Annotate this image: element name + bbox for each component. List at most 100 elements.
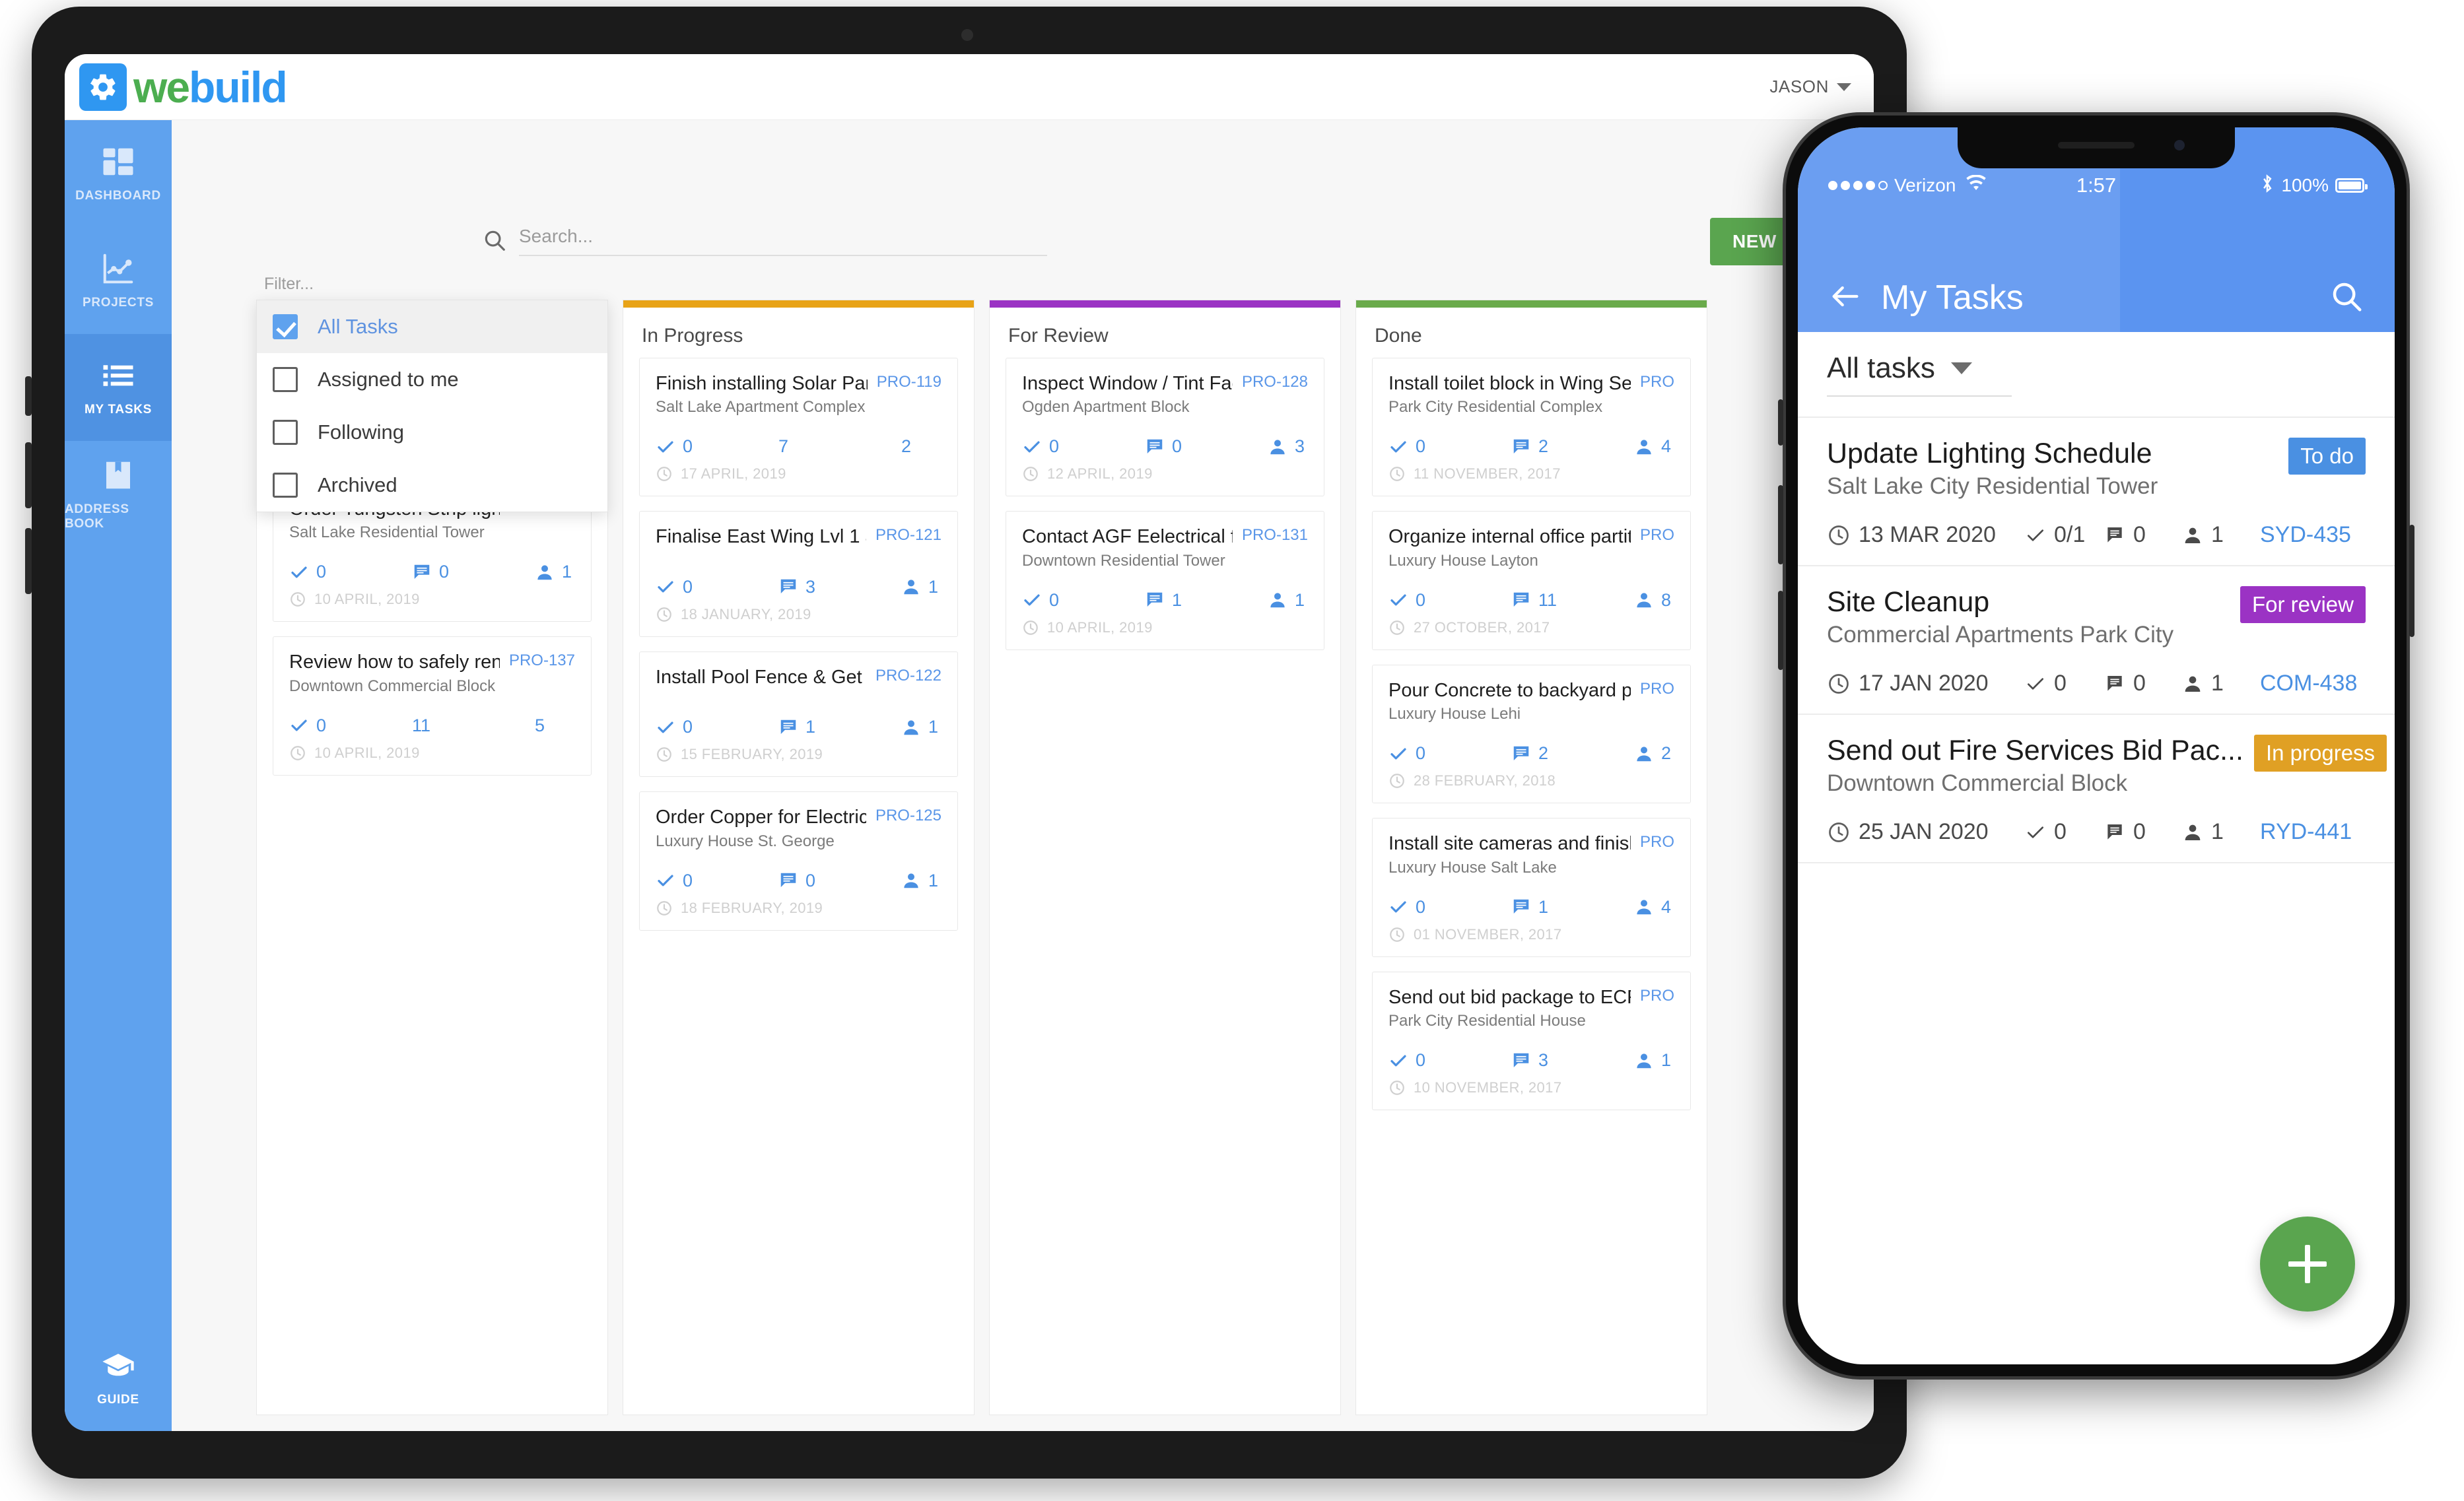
checklist-count: 0	[683, 870, 693, 890]
sidebar-item-label: DASHBOARD	[75, 189, 161, 203]
webuild-logo[interactable]: webuild	[79, 63, 288, 111]
task-card[interactable]: Finalise East Wing Lvl 1 and Finish.. PR…	[639, 511, 958, 637]
phone-task-id[interactable]: COM-438	[2260, 671, 2357, 696]
phone-task-id[interactable]: SYD-435	[2260, 522, 2351, 548]
task-card[interactable]: Organize internal office partition PRO L…	[1372, 511, 1691, 650]
arrow-left-icon[interactable]	[1828, 279, 1863, 317]
comment-stat: 0	[2104, 671, 2182, 696]
column-accent-bar	[1356, 300, 1707, 308]
task-card-title: Send out bid package to ECF Ele..	[1388, 986, 1631, 1008]
filter-option-assigned-to-me[interactable]: Assigned to me	[257, 353, 607, 406]
task-card-id[interactable]: PRO-122	[875, 667, 941, 685]
checklist-stat: 0	[1022, 436, 1145, 457]
phone-task-stats: 25 JAN 2020 0 0 1 RYD-441	[1827, 819, 2366, 845]
task-card-head: Install toilet block in Wing Section.. P…	[1388, 373, 1674, 394]
task-card-id[interactable]: PRO	[1640, 373, 1674, 391]
checklist-stat: 0	[656, 871, 778, 891]
checkbox-icon[interactable]	[273, 420, 298, 445]
filter-option-archived[interactable]: Archived	[257, 459, 607, 512]
task-card-id[interactable]: PRO	[1640, 833, 1674, 851]
task-card-id[interactable]: PRO-131	[1242, 526, 1308, 545]
graduation-cap-icon	[100, 1348, 136, 1384]
task-card[interactable]: Send out bid package to ECF Ele.. PRO Pa…	[1372, 971, 1691, 1111]
phone-task-project: Salt Lake City Residential Tower	[1827, 473, 2158, 499]
checkbox-icon[interactable]	[273, 367, 298, 392]
checklist-count: 0	[1416, 743, 1426, 764]
task-card-id[interactable]: PRO-121	[875, 526, 941, 545]
task-card-title: Install toilet block in Wing Section..	[1388, 373, 1631, 394]
comment-stat: 2	[1511, 743, 1634, 764]
checkbox-checked-icon[interactable]	[273, 314, 298, 339]
checklist-count: 0	[1416, 896, 1426, 917]
sidebar-item-projects[interactable]: PROJECTS	[65, 227, 172, 334]
task-card-title: Contact AGF Eelectrical for Quote..	[1022, 526, 1233, 548]
people-count: 4	[1661, 896, 1672, 917]
people-count: 1	[2211, 671, 2224, 696]
task-card-id[interactable]: PRO	[1640, 680, 1674, 698]
task-card-id[interactable]: PRO	[1640, 987, 1674, 1005]
task-card-date-text: 10 APRIL, 2019	[314, 744, 420, 761]
sidebar-item-my-tasks[interactable]: MY TASKS	[65, 334, 172, 441]
task-card-id[interactable]: PRO-128	[1242, 373, 1308, 391]
add-task-fab[interactable]	[2260, 1217, 2355, 1312]
due-date-text: 25 JAN 2020	[1859, 819, 1989, 844]
comment-count: 0	[2133, 522, 2146, 547]
filter-option-following[interactable]: Following	[257, 406, 607, 459]
filter-option-all-tasks[interactable]: All Tasks	[257, 300, 607, 353]
phone-device: Verizon 1:57 100% My Tasks All tasks Upd…	[1778, 112, 2414, 1380]
phone-filter-row[interactable]: All tasks	[1798, 332, 2395, 418]
due-date-text: 13 MAR 2020	[1859, 522, 1996, 547]
task-card[interactable]: Finish installing Solar Panels PRO-119 S…	[639, 358, 958, 497]
task-card-id[interactable]: PRO-137	[509, 651, 575, 670]
task-card[interactable]: Install site cameras and finish pow.. PR…	[1372, 818, 1691, 957]
task-card[interactable]: Install Pool Fence & Get approval of.. P…	[639, 651, 958, 778]
phone-task-id[interactable]: RYD-441	[2260, 819, 2352, 845]
sidebar-item-label: PROJECTS	[82, 296, 154, 310]
task-card-date: 10 APRIL, 2019	[1022, 619, 1308, 636]
board-area: Search... NEW Filter... Salt Lake Reside…	[172, 120, 1874, 1431]
task-card-project: Downtown Residential Tower	[1022, 551, 1225, 570]
checkbox-icon[interactable]	[273, 473, 298, 498]
task-card[interactable]: Contact AGF Eelectrical for Quote.. PRO-…	[1006, 511, 1324, 650]
due-date-text: 17 JAN 2020	[1859, 671, 1989, 696]
column-cards: Finish installing Solar Panels PRO-119 S…	[623, 354, 974, 947]
sidebar-item-guide[interactable]: GUIDE	[65, 1324, 172, 1431]
checklist-stat: 0	[1388, 897, 1511, 917]
comment-stat: 11	[412, 716, 535, 736]
phone-task-row[interactable]: Update Lighting Schedule Salt Lake City …	[1798, 418, 2395, 566]
task-card-id[interactable]: PRO-125	[875, 807, 941, 825]
task-card-id[interactable]: PRO	[1640, 526, 1674, 545]
people-stat: 2	[1634, 743, 1671, 764]
task-card-id[interactable]: PRO-119	[877, 373, 941, 391]
column-accent-bar	[623, 300, 974, 308]
people-stat: 1	[1634, 1050, 1671, 1071]
task-card[interactable]: Order Copper for Electrical slot.. PRO-1…	[639, 791, 958, 931]
phone-task-row[interactable]: Send out Fire Services Bid Pac... Downto…	[1798, 715, 2395, 863]
sidebar-bottom: GUIDE	[65, 1324, 172, 1431]
task-card[interactable]: Inspect Window / Tint Face for.. PRO-128…	[1006, 358, 1324, 497]
task-card-stats: 0 7 2	[656, 436, 941, 457]
sidebar-item-dashboard[interactable]: DASHBOARD	[65, 120, 172, 227]
task-card-date-text: 10 APRIL, 2019	[314, 591, 420, 608]
user-menu[interactable]: JASON	[1769, 77, 1851, 97]
comment-count: 2	[1538, 743, 1549, 764]
task-card[interactable]: Pour Concrete to backyard patio PRO Luxu…	[1372, 664, 1691, 804]
people-count: 1	[928, 576, 939, 597]
phone-task-row[interactable]: Site Cleanup Commercial Apartments Park …	[1798, 566, 2395, 715]
tablet-volume-up	[25, 442, 32, 508]
sidebar-item-address-book[interactable]: ADDRESS BOOK	[65, 441, 172, 548]
people-count: 1	[928, 870, 939, 890]
people-count: 4	[1661, 436, 1672, 457]
task-card[interactable]: Install toilet block in Wing Section.. P…	[1372, 358, 1691, 497]
line-chart-icon	[100, 251, 136, 286]
phone-task-stats: 13 MAR 2020 0/1 0 1 SYD-435	[1827, 522, 2366, 548]
phone-task-header: Send out Fire Services Bid Pac... Downto…	[1827, 735, 2387, 797]
task-card-date: 28 FEBRUARY, 2018	[1388, 772, 1674, 789]
checklist-stat: 0	[2025, 671, 2104, 696]
task-card[interactable]: Review how to safely render front ... PR…	[273, 636, 592, 776]
search-input[interactable]: Search...	[519, 226, 1047, 256]
search-icon[interactable]	[2329, 279, 2364, 317]
task-card-title: Install Pool Fence & Get approval of..	[656, 666, 866, 688]
task-card-date-text: 10 NOVEMBER, 2017	[1414, 1079, 1562, 1096]
tablet-device: webuild JASON DASHBOARD PROJECTS MY TASK…	[25, 7, 1907, 1479]
